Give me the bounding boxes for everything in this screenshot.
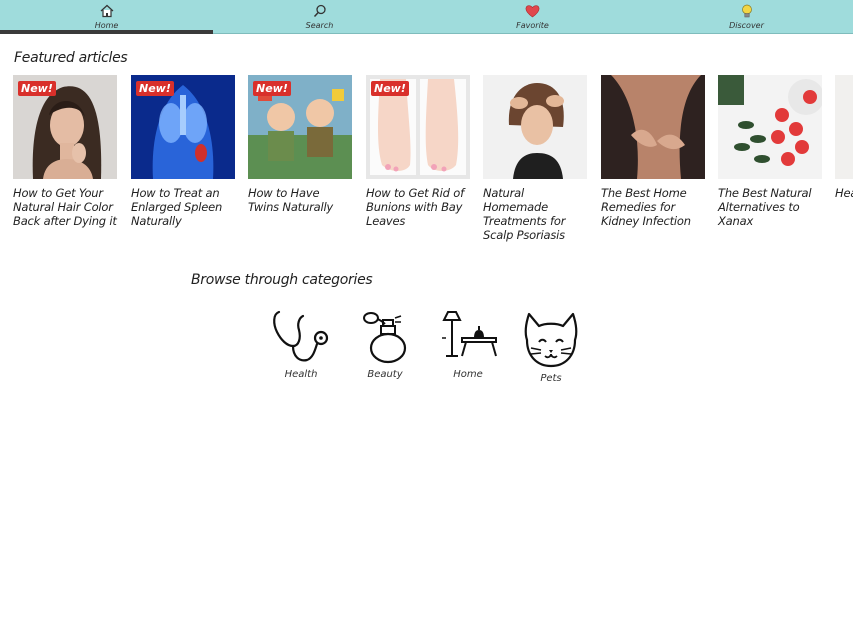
cat-icon xyxy=(524,312,578,368)
article-card[interactable]: New! How to Get Your Natural Hair Color … xyxy=(13,75,117,228)
category-health[interactable]: Health xyxy=(266,308,336,380)
nav-discover-label: Discover xyxy=(729,21,764,30)
article-title: Hea Um xyxy=(835,186,853,200)
article-card[interactable]: Hea Um xyxy=(835,75,853,200)
nav-search-label: Search xyxy=(305,21,334,30)
article-thumbnail xyxy=(718,75,822,179)
perfume-icon xyxy=(363,312,407,364)
article-card[interactable]: The Best Natural Alternatives to Xanax xyxy=(718,75,822,228)
category-label: Pets xyxy=(540,373,562,384)
home-icon xyxy=(0,3,213,21)
new-badge: New! xyxy=(371,81,409,96)
article-thumbnail xyxy=(601,75,705,179)
lightbulb-icon xyxy=(640,3,853,21)
category-beauty[interactable]: Beauty xyxy=(350,308,420,380)
article-thumbnail: New! xyxy=(366,75,470,179)
heart-icon xyxy=(426,3,639,21)
article-card[interactable]: New! How to Treat an Enlarged Spleen Nat… xyxy=(131,75,235,228)
article-thumbnail xyxy=(835,75,853,179)
article-title: How to Get Your Natural Hair Color Back … xyxy=(13,186,117,228)
furniture-icon xyxy=(442,311,497,357)
article-thumbnail: New! xyxy=(131,75,235,179)
article-card[interactable]: Natural Homemade Treatments for Scalp Ps… xyxy=(483,75,587,242)
stethoscope-icon xyxy=(273,310,329,362)
nav-active-indicator xyxy=(0,30,213,34)
new-badge: New! xyxy=(136,81,174,96)
featured-carousel[interactable]: New! How to Get Your Natural Hair Color … xyxy=(13,75,853,255)
category-label: Beauty xyxy=(367,369,403,380)
article-card[interactable]: The Best Home Remedies for Kidney Infect… xyxy=(601,75,705,228)
nav-home[interactable]: Home xyxy=(0,0,213,33)
article-title: Natural Homemade Treatments for Scalp Ps… xyxy=(483,186,566,242)
article-card[interactable]: New! How to Have Twins Naturally xyxy=(248,75,352,214)
category-grid: Health Beauty Home Pets xyxy=(0,308,853,388)
category-label: Home xyxy=(453,369,483,380)
category-home[interactable]: Home xyxy=(433,308,503,380)
category-pets[interactable]: Pets xyxy=(516,308,586,384)
article-title: How to Have Twins Naturally xyxy=(248,186,334,214)
new-badge: New! xyxy=(18,81,56,96)
search-icon xyxy=(213,3,426,21)
new-badge: New! xyxy=(253,81,291,96)
article-thumbnail: New! xyxy=(248,75,352,179)
article-title: The Best Home Remedies for Kidney Infect… xyxy=(601,186,691,228)
nav-search[interactable]: Search xyxy=(213,0,426,33)
nav-favorite-label: Favorite xyxy=(516,21,549,30)
article-title: The Best Natural Alternatives to Xanax xyxy=(718,186,812,228)
nav-favorite[interactable]: Favorite xyxy=(426,0,639,33)
article-title: How to Treat an Enlarged Spleen Naturall… xyxy=(131,186,223,228)
article-card[interactable]: New! How to Get Rid of Bunions with Bay … xyxy=(366,75,470,228)
category-label: Health xyxy=(284,369,318,380)
article-thumbnail xyxy=(483,75,587,179)
article-thumbnail: New! xyxy=(13,75,117,179)
article-title: How to Get Rid of Bunions with Bay Leave… xyxy=(366,186,464,228)
top-nav-bar: Home Search Favorite Discover xyxy=(0,0,853,34)
categories-title: Browse through categories xyxy=(191,272,373,288)
featured-title: Featured articles xyxy=(14,50,128,66)
nav-discover[interactable]: Discover xyxy=(640,0,853,33)
